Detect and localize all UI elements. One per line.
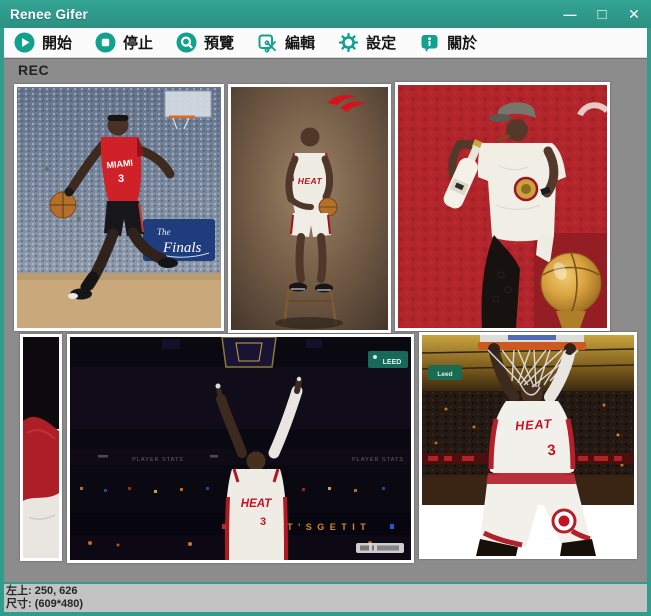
finals-sign-text: Finals [162, 240, 201, 256]
photo-red-jersey-sliver [20, 334, 62, 561]
window-frame-left [0, 28, 4, 616]
leed-sign-text: LEED [383, 359, 402, 366]
toolbar: 開始 停止 預覽 [0, 28, 651, 58]
maximize-button[interactable]: □ [591, 4, 613, 24]
window-controls: — □ ✕ [559, 0, 645, 28]
photo-wade-arms-raised: LEED PLAYER STATS PLAYER STATS L E T ' S [67, 334, 414, 563]
start-button[interactable]: 開始 [10, 30, 76, 55]
jersey-team-text: HEAT [515, 417, 553, 434]
edit-label: 編輯 [285, 32, 315, 53]
player-stats-left-text: PLAYER STATS [132, 457, 184, 463]
player-stats-right-text: PLAYER STATS [352, 457, 404, 463]
play-icon [14, 32, 35, 53]
leed-sign: LEED [368, 351, 408, 368]
settings-icon [338, 32, 359, 53]
window-frame-bottom [0, 612, 651, 616]
jersey-team-text: HEAT [298, 176, 323, 186]
about-label: 關於 [447, 32, 477, 53]
photo-wade-dunk: Leed [419, 332, 637, 559]
close-button[interactable]: ✕ [623, 4, 645, 24]
capture-region: REC [4, 58, 647, 582]
settings-button[interactable]: 設定 [334, 30, 400, 55]
status-bar: 左上: 250, 626 尺寸: (609*480) [0, 582, 651, 612]
renee-gifer-window: Renee Gifer — □ ✕ 開始 停止 [0, 0, 651, 616]
photo-wade-celebration [395, 82, 610, 331]
start-label: 開始 [42, 32, 72, 53]
jersey-team-text: HEAT [241, 498, 272, 510]
title-bar[interactable]: Renee Gifer — □ ✕ [0, 0, 651, 28]
about-icon [419, 32, 440, 53]
status-topleft-coords: 左上: 250, 626 [6, 585, 651, 598]
rec-label: REC [18, 62, 49, 78]
photo-wade-studio: HEAT [228, 84, 391, 333]
jersey-number-text: 3 [260, 516, 266, 528]
edit-button[interactable]: 編輯 [253, 30, 319, 55]
preview-button[interactable]: 預覽 [172, 30, 238, 55]
edit-icon [257, 32, 278, 53]
minimize-button[interactable]: — [559, 4, 581, 24]
status-capture-size: 尺寸: (609*480) [6, 598, 651, 611]
stop-icon [95, 32, 116, 53]
window-frame-right [647, 28, 651, 616]
settings-label: 設定 [366, 32, 396, 53]
photo-wade-dribbling: The Finals MIAMI 3 [14, 84, 224, 331]
stop-label: 停止 [123, 32, 153, 53]
leed-sign-small: Leed [428, 365, 462, 380]
jersey-number-text: 3 [546, 442, 556, 460]
about-button[interactable]: 關於 [415, 30, 481, 55]
window-title: Renee Gifer [10, 7, 88, 22]
preview-label: 預覽 [204, 32, 234, 53]
watermark [356, 543, 404, 553]
stop-button[interactable]: 停止 [91, 30, 157, 55]
preview-icon [176, 32, 197, 53]
leed-sign-text: Leed [437, 371, 452, 378]
jersey-number-text: 3 [118, 173, 124, 185]
finals-sign-small-text: The [157, 227, 171, 237]
